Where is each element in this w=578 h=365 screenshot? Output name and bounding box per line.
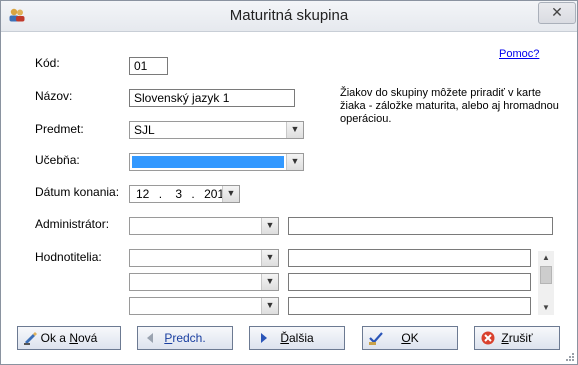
chevron-down-icon[interactable]: ▼ [286, 154, 303, 170]
zrusit-button[interactable]: Zrušiť [474, 326, 560, 350]
predmet-value: SJL [134, 123, 155, 137]
window-title: Maturitná skupina [229, 7, 349, 24]
ok-label: OK [401, 331, 419, 345]
dalsia-button[interactable]: Ďalšia [249, 326, 345, 350]
administrator-select[interactable]: ▼ [129, 217, 279, 235]
scroll-up-icon[interactable]: ▲ [538, 251, 554, 265]
dalsia-label: Ďalšia [280, 331, 314, 345]
hodnotitelia-scrollbar[interactable]: ▲ ▼ [538, 251, 554, 315]
hodnotitel-note-input[interactable] [288, 273, 531, 291]
hodnotitel-note-input[interactable] [288, 249, 531, 267]
title-bar[interactable]: Maturitná skupina ✕ [1, 1, 577, 32]
dialog-window: Maturitná skupina ✕ Pomoc? Kód: 01 Názov… [0, 0, 578, 365]
close-button[interactable]: ✕ [538, 2, 576, 24]
help-link[interactable]: Pomoc? [499, 48, 539, 60]
kod-input[interactable]: 01 [129, 57, 168, 75]
ucebna-selection-highlight [132, 156, 284, 168]
resize-grip-icon[interactable] [565, 352, 575, 362]
close-icon: ✕ [551, 4, 563, 20]
ucebna-select[interactable]: ▼ [129, 153, 304, 171]
dialog-content: Pomoc? Kód: 01 Názov: Slovenský jazyk 1 … [9, 32, 569, 356]
hodnotitel-select[interactable]: ▼ [129, 297, 279, 315]
datum-label: Dátum konania: [35, 185, 120, 199]
administrator-note-input[interactable] [288, 217, 553, 235]
datum-month[interactable]: 3 [175, 187, 182, 201]
scroll-thumb[interactable] [540, 266, 552, 284]
nazov-label: Názov: [35, 89, 73, 103]
datum-sep-1: . [158, 187, 163, 201]
kod-label: Kód: [35, 56, 60, 70]
ok-a-nova-button[interactable]: Ok a Nová [17, 326, 121, 350]
administrator-label: Administrátor: [35, 217, 110, 231]
ok-a-nova-label: Ok a Nová [40, 331, 98, 345]
datum-picker[interactable]: 12 . 3 . 2013 ▼ [129, 185, 240, 203]
calendar-dropdown-icon[interactable]: ▼ [222, 186, 239, 202]
predmet-label: Predmet: [35, 122, 84, 136]
scroll-down-icon[interactable]: ▼ [538, 301, 554, 315]
datum-sep-2: . [191, 187, 195, 201]
predmet-select[interactable]: SJL ▼ [129, 121, 304, 139]
chevron-down-icon[interactable]: ▼ [261, 298, 278, 314]
chevron-down-icon[interactable]: ▼ [261, 218, 278, 234]
info-note: Žiakov do skupiny môžete priradiť v kart… [340, 87, 559, 125]
hodnotitelia-label: Hodnotitelia: [35, 250, 102, 264]
hodnotitel-select[interactable]: ▼ [129, 249, 279, 267]
ucebna-label: Učebňa: [35, 153, 80, 167]
chevron-down-icon[interactable]: ▼ [261, 250, 278, 266]
chevron-down-icon[interactable]: ▼ [286, 122, 303, 138]
predch-label: Predch. [164, 331, 206, 345]
nazov-input[interactable]: Slovenský jazyk 1 [129, 89, 295, 107]
chevron-down-icon[interactable]: ▼ [261, 274, 278, 290]
hodnotitel-note-input[interactable] [288, 297, 531, 315]
zrusit-label: Zrušiť [501, 331, 533, 345]
hodnotitel-select[interactable]: ▼ [129, 273, 279, 291]
predch-button[interactable]: Predch. [137, 326, 233, 350]
ok-button[interactable]: OK [362, 326, 458, 350]
datum-day[interactable]: 12 [136, 187, 149, 201]
